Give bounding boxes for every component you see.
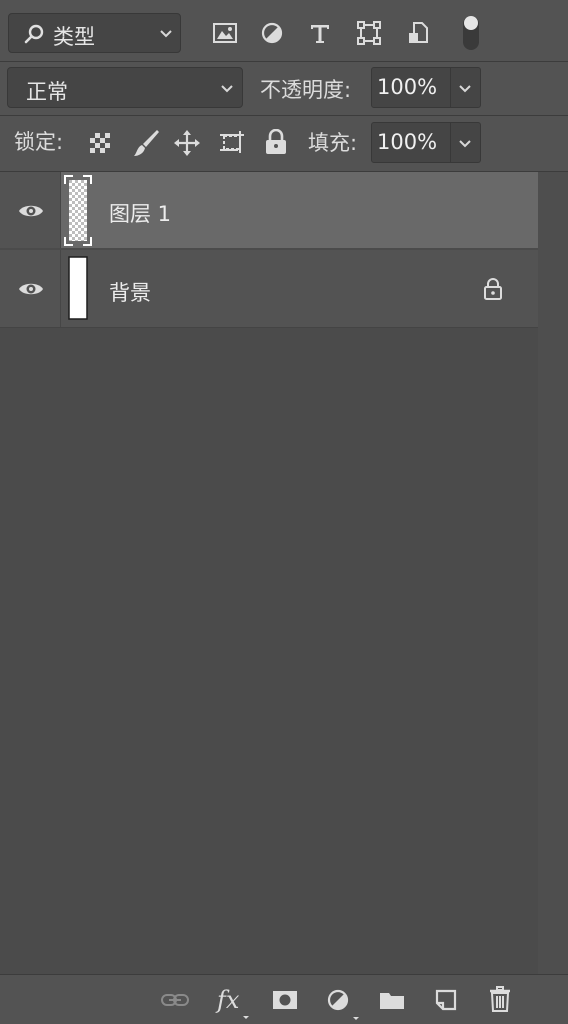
group-folder-icon[interactable]	[378, 988, 406, 1012]
layer-thumbnail-transparent[interactable]	[63, 174, 93, 247]
blend-mode-value: 正常	[26, 80, 68, 104]
text-filter-icon[interactable]	[308, 21, 332, 45]
blend-row: 正常 不透明度: 100%	[0, 62, 568, 115]
chevron-down-icon	[159, 28, 173, 40]
layers-scrollbar[interactable]	[538, 172, 568, 974]
adjustment-filter-icon[interactable]	[260, 21, 284, 45]
chevron-down-icon	[220, 83, 234, 95]
filter-kind-dropdown[interactable]: 类型	[8, 13, 181, 53]
fill-value: 100%	[377, 130, 438, 154]
opacity-field[interactable]: 100%	[371, 67, 481, 108]
new-layer-icon[interactable]	[433, 987, 459, 1013]
lock-label: 锁定:	[14, 130, 64, 154]
lock-artboard-icon[interactable]	[218, 128, 246, 156]
fill-label: 填充:	[308, 131, 358, 155]
layer-name[interactable]: 图层 1	[109, 198, 171, 228]
layer-row[interactable]: 图层 1	[0, 172, 538, 249]
shape-filter-icon[interactable]	[356, 20, 382, 46]
fx-icon[interactable]: fx	[215, 983, 251, 1021]
opacity-label: 不透明度:	[260, 78, 352, 102]
chevron-down-icon[interactable]	[458, 138, 472, 150]
lock-transparency-icon[interactable]	[88, 131, 112, 155]
svg-text:fx: fx	[215, 986, 240, 1014]
opacity-value: 100%	[377, 75, 438, 99]
filter-kind-label: 类型	[53, 25, 95, 49]
chevron-down-icon[interactable]	[458, 83, 472, 95]
image-filter-icon[interactable]	[212, 21, 238, 45]
smart-object-filter-icon[interactable]	[406, 20, 430, 46]
filter-bar: 类型	[0, 0, 568, 62]
lock-all-icon[interactable]	[263, 128, 289, 156]
adjustment-layer-icon[interactable]	[326, 984, 362, 1022]
layer-name[interactable]: 背景	[109, 277, 151, 307]
blend-mode-dropdown[interactable]: 正常	[7, 67, 243, 108]
layers-list: 图层 1 背景	[0, 172, 538, 974]
visibility-toggle[interactable]	[0, 172, 61, 248]
lock-row: 锁定: 填充: 100%	[0, 116, 568, 172]
lock-pixels-brush-icon[interactable]	[132, 128, 160, 158]
eye-icon[interactable]	[17, 201, 45, 221]
layers-bottom-toolbar: fx	[0, 974, 568, 1024]
layer-thumbnail-white[interactable]	[68, 256, 88, 320]
mask-icon[interactable]	[271, 988, 299, 1012]
layer-row[interactable]: 背景	[0, 250, 538, 328]
visibility-toggle[interactable]	[0, 250, 61, 327]
trash-icon[interactable]	[487, 985, 513, 1013]
filter-toggle-icon[interactable]	[460, 13, 482, 53]
eye-icon[interactable]	[17, 279, 45, 299]
search-icon	[23, 23, 45, 45]
fill-field[interactable]: 100%	[371, 122, 481, 163]
layer-lock-icon[interactable]	[482, 277, 504, 301]
link-layers-icon[interactable]	[160, 989, 190, 1011]
lock-position-move-icon[interactable]	[173, 129, 201, 157]
